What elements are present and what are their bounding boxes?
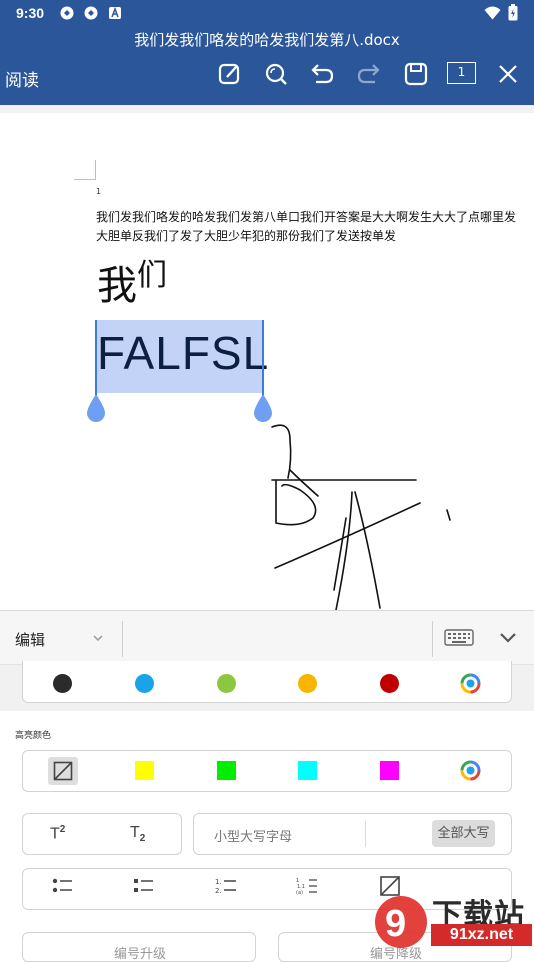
superscript-mark: 2 [59,824,66,835]
font-color-swatch[interactable] [217,674,236,693]
font-color-swatch[interactable] [53,674,72,693]
promote-numbering-label: 编号升级 [113,947,166,962]
edit-icon[interactable] [216,60,244,88]
subscript-button[interactable]: T2 [130,824,145,844]
highlight-color-swatch[interactable] [135,761,154,780]
page-indicator: 1 [457,65,466,79]
font-color-swatch[interactable] [298,674,317,693]
wifi-icon [484,6,501,20]
small-caps-button[interactable]: 小型大写字母 [214,826,292,845]
square-bullet-list-icon[interactable] [133,876,155,896]
selected-text[interactable]: FALFSL [97,322,269,384]
app-toolbar: 我们发我们咯发的哈发我们发第八.docx 阅读 1 [0,27,534,105]
selection-start-cursor [95,320,97,396]
highlight-color-row [22,750,512,792]
status-time: 9:30 [16,5,45,21]
multilevel-list-icon[interactable]: 11.1(a) [296,876,318,896]
promote-numbering-button[interactable]: 编号升级 [22,932,256,962]
edit-tab-dropdown[interactable]: 编辑 [15,629,45,650]
highlight-color-label: 高亮颜色 [15,731,52,741]
page-count-icon[interactable]: 1 [447,62,476,84]
color-wheel-icon[interactable] [460,673,481,694]
panel-tab-bar: 编辑 [0,611,534,665]
page-number: 1 [96,187,102,196]
subscript-mark: 2 [139,833,146,845]
highlight-color-swatch[interactable] [380,761,399,780]
superscript-button[interactable]: T2 [50,824,65,843]
read-mode-button[interactable]: 阅读 [5,66,39,91]
svg-text:2.: 2. [215,887,222,895]
document-title: 我们发我们咯发的哈发我们发第八.docx [134,31,400,49]
cloud-sync-icon [60,6,74,20]
numbered-list-icon[interactable]: 1.2. [215,876,237,896]
paragraph-line: 大胆单反我们了发了大胆少年犯的那份我们了发送按单发 [96,229,397,243]
all-caps-button[interactable]: 全部大写 [432,820,495,847]
large-text-base: 我 [97,263,137,309]
svg-text:1.: 1. [215,878,222,886]
font-color-swatch[interactable] [135,674,154,693]
battery-icon [508,4,518,21]
cloud-sync-icon [84,6,98,20]
subscript-base: T [130,824,140,841]
document-paragraph: 我们发我们咯发的哈发我们发第八单口我们开答案是大大啊发生大大了点哪里发 大胆单反… [96,208,534,246]
keyboard-icon[interactable] [444,628,474,648]
svg-text:9: 9 [385,903,406,945]
no-color-icon [53,761,73,781]
large-text: 我们 [97,252,167,310]
selection-start-handle[interactable] [85,394,107,424]
search-icon[interactable] [262,60,290,88]
page-margin-marker [74,160,96,180]
chevron-down-icon[interactable] [92,632,104,644]
paragraph-line: 我们发我们咯发的哈发我们发第八单口我们开答案是大大啊发生大大了点哪里发 [96,210,517,224]
save-icon[interactable] [402,60,430,88]
divider [432,621,433,657]
no-highlight-button[interactable] [48,757,78,785]
watermark-url: 91xz.net [431,924,532,946]
status-bar: 9:30 [0,0,534,27]
divider [365,821,366,847]
svg-text:(a): (a) [296,890,303,896]
highlight-color-swatch[interactable] [298,761,317,780]
redo-icon[interactable] [355,60,383,88]
collapse-panel-icon[interactable] [498,630,518,646]
superscript-base: T [50,825,60,843]
undo-icon[interactable] [308,60,336,88]
color-wheel-icon[interactable] [460,760,481,781]
font-color-swatch[interactable] [380,674,399,693]
selection-end-cursor [262,320,264,396]
divider [122,621,123,657]
bullet-list-icon[interactable] [52,876,74,896]
highlight-color-swatch[interactable] [217,761,236,780]
large-text-superscript: 们 [137,258,167,293]
script-button-group [22,813,182,855]
close-icon[interactable] [494,60,522,88]
selection-end-handle[interactable] [252,394,274,424]
font-color-row [22,661,512,703]
page-top-gutter [0,105,534,113]
notification-a-icon [109,7,121,19]
